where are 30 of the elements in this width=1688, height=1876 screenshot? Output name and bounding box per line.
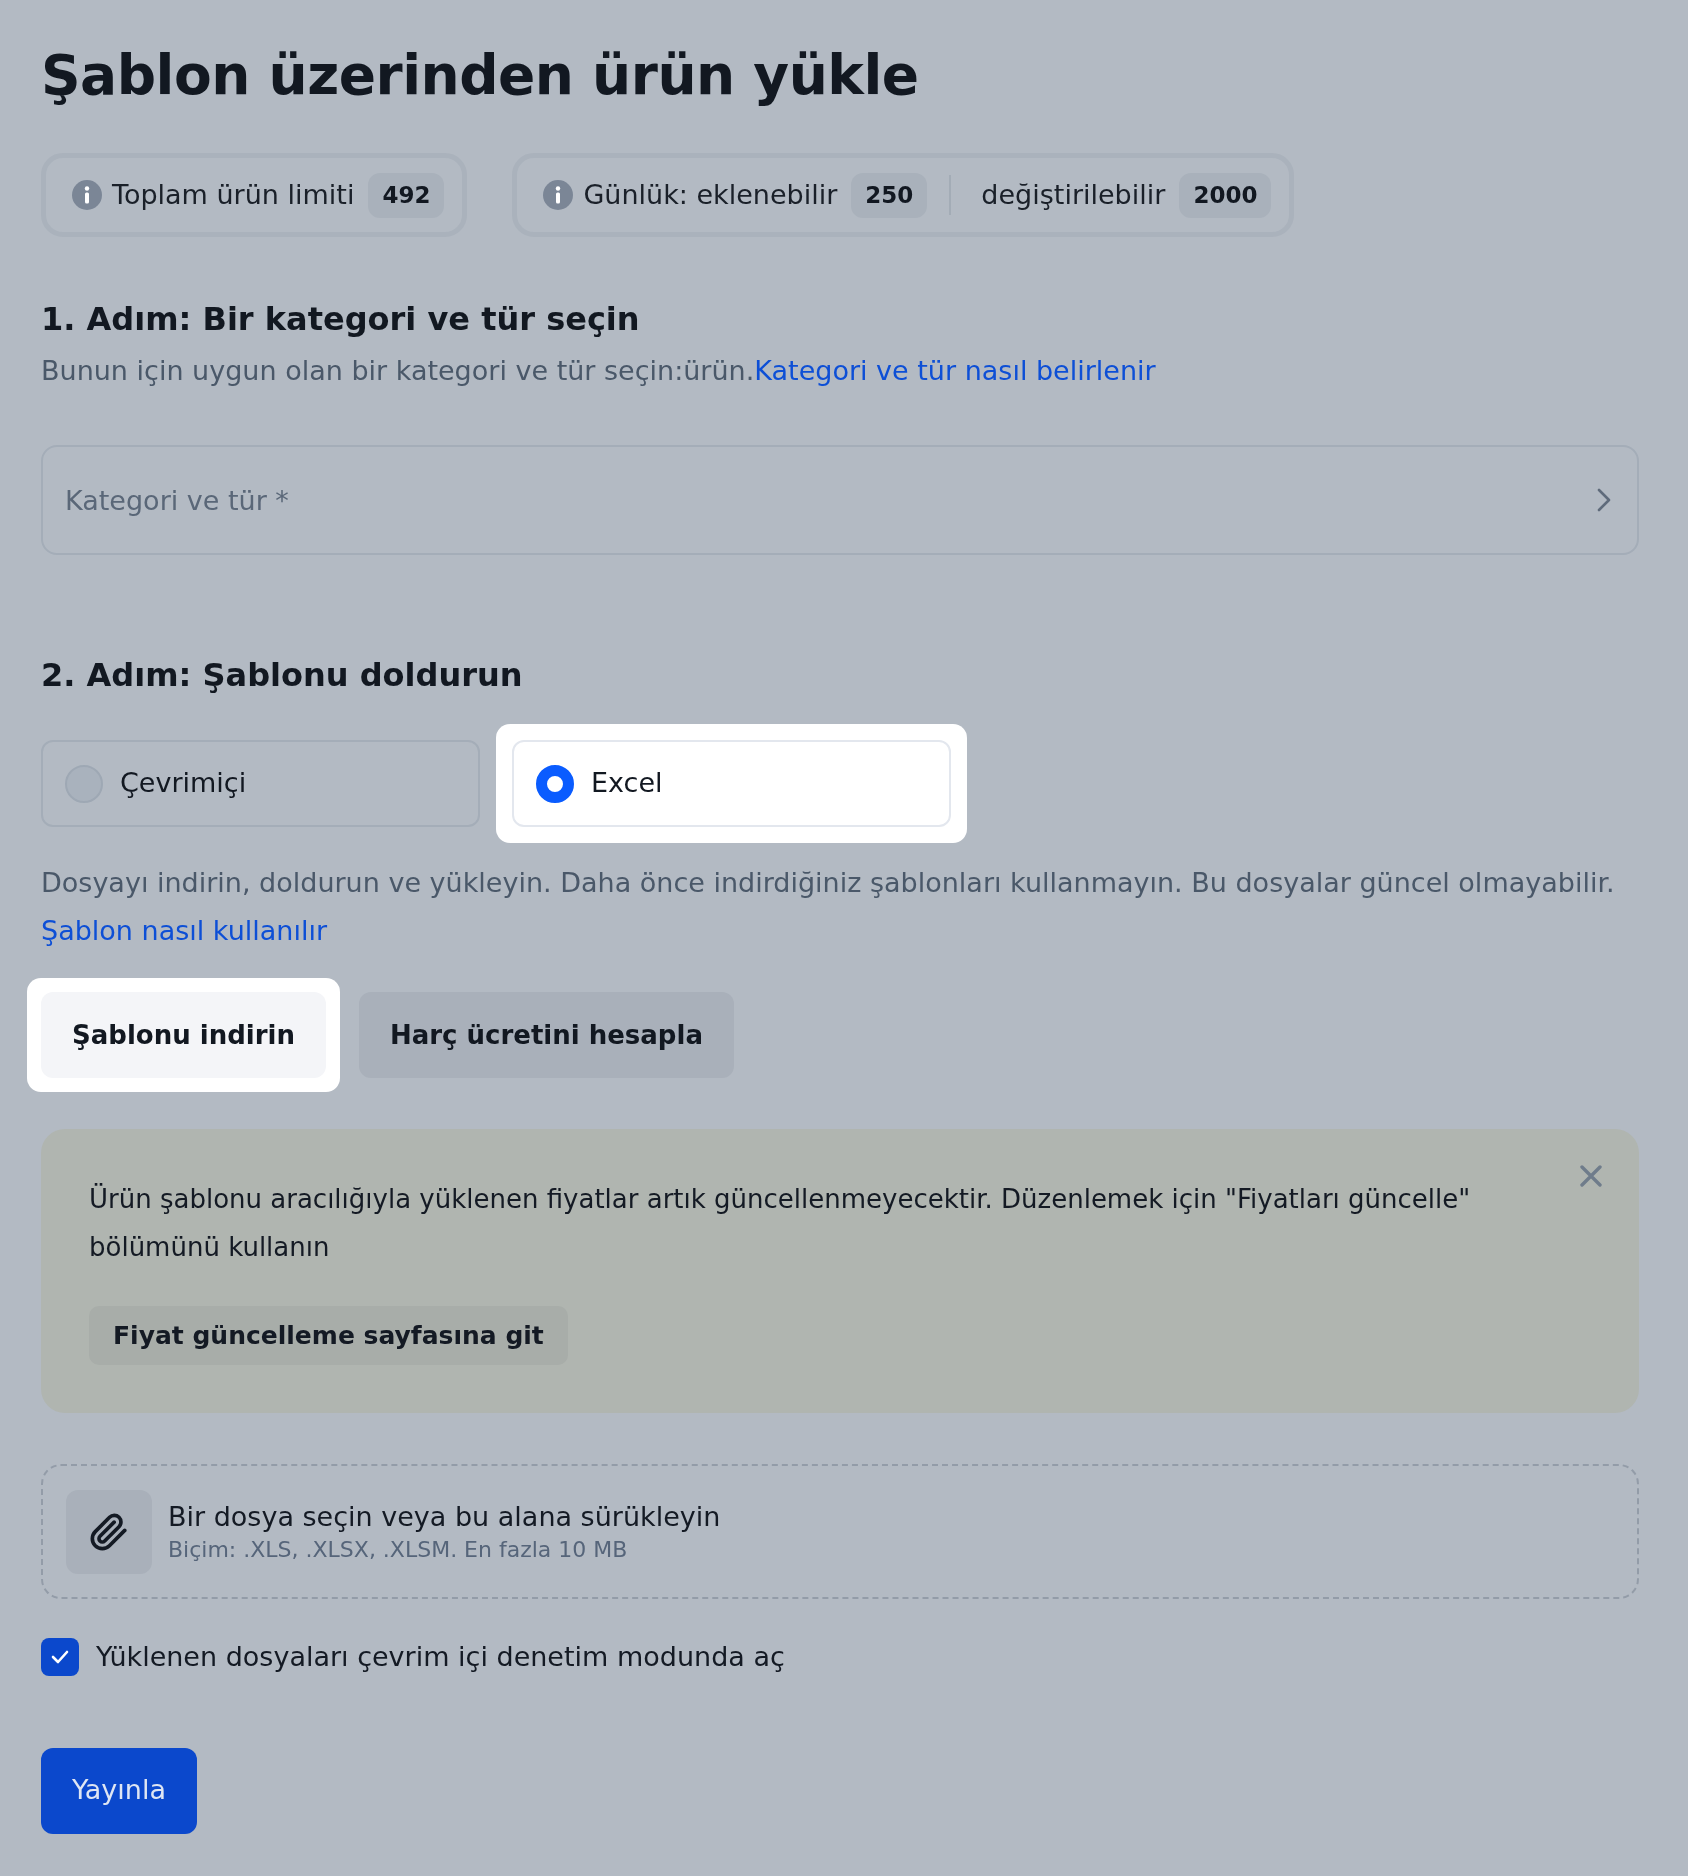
- checkbox-label: Yüklenen dosyaları çevrim içi denetim modunda aç: [96, 1640, 785, 1674]
- price-update-button[interactable]: Fiyat güncelleme sayfasına git: [89, 1306, 568, 1365]
- info-icon: [72, 180, 102, 210]
- paperclip-icon: [66, 1489, 152, 1574]
- file-drop-zone[interactable]: Bir dosya seçin veya bu alana sürükleyin Biçim: .XLS, .XLSX, .XLSM. En fazla 10 MB: [41, 1464, 1639, 1599]
- drop-zone-hint: Biçim: .XLS, .XLSX, .XLSM. En fazla 10 MB: [168, 1535, 629, 1564]
- limit-label: Günlük: eklenebilir: [583, 177, 838, 212]
- radio-button[interactable]: [536, 764, 574, 803]
- drop-zone-title: Bir dosya seçin veya bu alana sürükleyin: [168, 1499, 721, 1534]
- limit-label: değiştirilebilir: [981, 177, 1166, 212]
- publish-button[interactable]: Yayınla: [41, 1747, 197, 1834]
- action-button[interactable]: Şablonu indirin: [41, 992, 326, 1078]
- limit-count: 250: [851, 172, 928, 218]
- notice-text: Ürün şablonu aracılığıyla yüklenen fiyatlar artık güncellenmeyecektir. Düzenlemek için "Fiyatları güncelle" bölümünü kullanın: [89, 1182, 1472, 1264]
- checkbox[interactable]: [41, 1638, 79, 1677]
- radio-option[interactable]: Excel: [512, 740, 951, 827]
- step-heading: 2. Adım: Şablonu doldurun: [41, 655, 524, 695]
- radio-option[interactable]: Çevrimiçi: [41, 740, 480, 827]
- limit-count: 2000: [1179, 172, 1272, 218]
- page-title: Şablon üzerinden ürün yükle: [41, 42, 920, 109]
- category-field[interactable]: Kategori ve tür *: [41, 445, 1639, 555]
- step-description: Dosyayı indirin, doldurun ve yükleyin. Daha önce indirdiğiniz şablonları kullanmayın. Bu dosyalar güncel olmayabilir.: [41, 866, 1616, 900]
- action-button[interactable]: Harç ücretini hesapla: [358, 992, 734, 1078]
- step-heading: 1. Adım: Bir kategori ve tür seçin: [41, 299, 641, 339]
- limit-count: 492: [368, 172, 445, 218]
- check-icon: [51, 1650, 69, 1665]
- step-description: Bunun için uygun olan bir kategori ve tür seçin:ürün.Kategori ve tür nasıl belirlenir: [41, 354, 1157, 388]
- limit-label: Toplam ürün limiti: [112, 177, 355, 212]
- chevron-right-icon: [1597, 488, 1611, 512]
- info-icon: [543, 180, 574, 210]
